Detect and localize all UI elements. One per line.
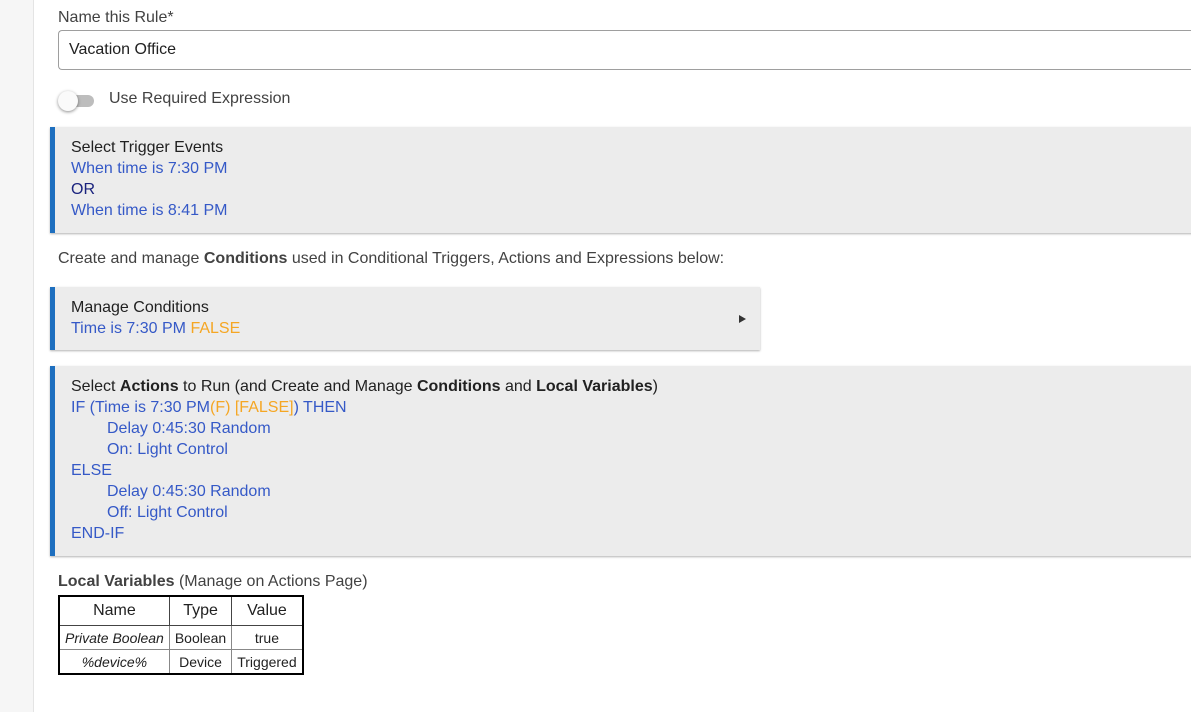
- if-flag: (F) [FALSE]: [209, 399, 294, 416]
- action-line: Off: Light Control: [107, 504, 228, 521]
- local-variables-heading: Local Variables (Manage on Actions Page): [58, 573, 368, 591]
- condition-text: Time is 7:30 PM: [71, 320, 186, 337]
- manage-conditions-panel[interactable]: Manage Conditions Time is 7:30 PM FALSE: [50, 287, 760, 350]
- actions-title-part: to Run (and Create and Manage: [178, 378, 417, 395]
- action-line: Delay 0:45:30 Random: [107, 483, 271, 500]
- if-condition: IF (Time is 7:30 PM: [71, 399, 210, 416]
- local-variables-heading-bold: Local Variables: [58, 573, 175, 590]
- conditions-intro-text: Create and manage Conditions used in Con…: [58, 250, 724, 268]
- actions-title-bold: Local Variables: [536, 378, 653, 395]
- left-sidebar: [0, 0, 34, 712]
- trigger-event: When time is 7:30 PM: [71, 160, 228, 177]
- condition-state: FALSE: [190, 320, 241, 337]
- variable-value: Triggered: [231, 649, 304, 675]
- trigger-or-separator: OR: [71, 181, 95, 198]
- table-row: %device% Device Triggered: [58, 649, 304, 675]
- required-expression-label: Use Required Expression: [109, 90, 291, 107]
- variable-type: Device: [168, 649, 233, 675]
- variable-value: true: [231, 625, 304, 650]
- if-then: ) THEN: [293, 399, 347, 416]
- actions-title: Select Actions to Run (and Create and Ma…: [71, 376, 1191, 397]
- local-variables-heading-rest: (Manage on Actions Page): [174, 573, 368, 590]
- trigger-event: When time is 8:41 PM: [71, 202, 228, 219]
- manage-conditions-title: Manage Conditions: [71, 299, 209, 316]
- triangle-right-icon[interactable]: [739, 315, 746, 323]
- conditions-intro-bold: Conditions: [203, 250, 288, 267]
- table-header-row: Name Type Value: [58, 595, 304, 626]
- column-header-name: Name: [58, 595, 170, 626]
- conditions-intro-suffix: used in Conditional Triggers, Actions an…: [287, 250, 725, 267]
- action-line: On: Light Control: [107, 441, 228, 458]
- table-row: Private Boolean Boolean true: [58, 625, 304, 650]
- actions-title-part: and: [500, 378, 537, 395]
- rule-name-label: Name this Rule*: [58, 9, 174, 26]
- local-variables-table: Name Type Value Private Boolean Boolean …: [58, 595, 304, 675]
- rule-name-input[interactable]: [58, 30, 1191, 70]
- action-else-line: ELSE: [71, 462, 112, 479]
- actions-title-part: Select: [71, 378, 120, 395]
- actions-title-part: ): [652, 378, 658, 395]
- trigger-events-panel[interactable]: Select Trigger Events When time is 7:30 …: [50, 127, 1191, 233]
- toggle-knob: [58, 91, 78, 111]
- variable-type: Boolean: [168, 625, 233, 650]
- actions-title-bold: Actions: [119, 378, 179, 395]
- action-if-line: IF (Time is 7:30 PM(F) [FALSE]) THEN: [71, 397, 1191, 418]
- conditions-intro-prefix: Create and manage: [58, 250, 204, 267]
- column-header-type: Type: [168, 595, 233, 626]
- actions-title-bold: Conditions: [416, 378, 501, 395]
- column-header-value: Value: [231, 595, 304, 626]
- action-line: Delay 0:45:30 Random: [107, 420, 271, 437]
- trigger-events-title: Select Trigger Events: [71, 139, 224, 156]
- required-expression-toggle[interactable]: [58, 91, 94, 111]
- variable-name: Private Boolean: [58, 625, 170, 650]
- actions-panel[interactable]: Select Actions to Run (and Create and Ma…: [50, 366, 1191, 556]
- condition-item: Time is 7:30 PM FALSE: [71, 318, 760, 339]
- variable-name: %device%: [58, 649, 170, 675]
- action-endif-line: END-IF: [71, 525, 125, 542]
